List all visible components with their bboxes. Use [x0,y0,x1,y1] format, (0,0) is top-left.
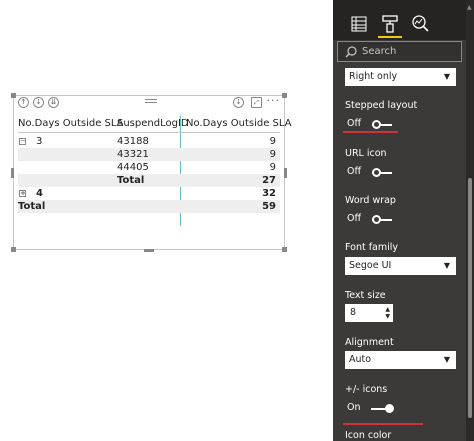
word-wrap-label: Word wrap [345,195,396,206]
stepper-arrows-icon[interactable]: ▲ ▼ [385,306,390,320]
drill-up-icon[interactable]: ↑ [18,97,29,108]
subtotal-label: Total [117,175,145,186]
search-placeholder: Search [362,46,397,57]
search-icon [345,46,357,58]
column-header[interactable]: No.Days Outside SLA [183,116,292,131]
icon-color-label: Icon color [345,430,392,441]
position-value: Right only [349,71,398,82]
stepped-layout-toggle[interactable]: Off [345,116,405,132]
chevron-down-icon: ▼ [443,355,450,364]
visual-header: ↑ ↓ ⇊ ↓ ⤢ ··· [14,95,284,111]
toggle-state: Off [347,118,362,129]
expand-icon[interactable]: + [19,189,26,197]
drill-mode-icon[interactable]: ↓ [33,97,44,108]
word-wrap-toggle[interactable]: Off [345,211,405,227]
paint-roller-icon [382,15,398,33]
table-cell: 43188 [117,136,149,147]
drill-down-icon[interactable]: ↓ [233,97,244,108]
tab-format[interactable] [378,12,402,38]
resize-handle-bottom-right[interactable] [282,247,287,252]
matrix-table: No.Days Outside SLA SuspendLogID No.Days… [18,116,292,213]
row-header-cell: 4 [36,188,43,199]
chevron-down-icon: ▼ [443,261,450,270]
toggle-knob [372,168,381,177]
position-dropdown[interactable]: Right only ▼ [345,68,456,86]
resize-handle-left[interactable] [11,168,14,178]
font-family-label: Font family [345,242,399,253]
highlight-underline [343,423,423,425]
resize-handle-right[interactable] [284,168,287,178]
plus-minus-icons-toggle[interactable]: On [345,400,405,416]
matrix-visual[interactable]: ↑ ↓ ⇊ ↓ ⤢ ··· No.Days Outside SLA Suspen… [11,93,292,252]
url-icon-label: URL icon [345,148,387,159]
analytics-magnifier-icon [412,15,429,32]
format-pane: Search Right only ▼ Stepped layout Off U… [333,0,474,441]
collapse-icon[interactable]: − [19,137,26,145]
table-row: 44405 9 [18,161,280,174]
toggle-state: Off [347,166,362,177]
plus-minus-icons-label: +/- icons [345,384,388,395]
table-row: − 3 43188 9 [18,135,280,148]
resize-handle-bottom[interactable] [144,249,154,252]
toggle-knob [372,215,381,224]
subtotal-row: Total 27 [18,174,280,187]
drag-grip-icon[interactable] [145,97,157,106]
expand-all-icon[interactable]: ⇊ [48,97,59,108]
grand-total-value: 59 [262,201,276,212]
table-cell: 9 [269,162,276,173]
grand-total-label: Total [18,201,46,212]
row-header-cell: 3 [36,136,43,147]
chevron-down-icon: ▼ [443,72,450,81]
pane-tab-bar [333,0,466,40]
resize-handle-bottom-left[interactable] [11,247,16,252]
column-header[interactable]: No.Days Outside SLA [18,116,124,131]
more-options-icon[interactable]: ··· [267,95,281,106]
text-size-stepper[interactable]: 8 ▲ ▼ [345,304,393,322]
table-cell: 43321 [117,149,149,160]
text-size-value: 8 [350,307,357,318]
pane-scrollbar[interactable]: ▲ [466,0,474,441]
table-cell: 32 [262,188,276,199]
toggle-state: Off [347,213,362,224]
scrollbar-thumb[interactable] [468,178,472,418]
tab-fields[interactable] [347,12,371,38]
alignment-value: Auto [349,354,372,365]
tab-analytics[interactable] [409,12,433,38]
matrix-header-row: No.Days Outside SLA SuspendLogID No.Days… [18,116,292,133]
font-family-value: Segoe UI [349,260,392,271]
highlight-underline [343,131,398,133]
fields-grid-icon [351,16,367,32]
table-row: +4 32 [18,187,280,200]
table-row: 43321 9 [18,148,280,161]
toggle-knob [385,404,394,413]
report-canvas: ↑ ↓ ⇊ ↓ ⤢ ··· No.Days Outside SLA Suspen… [0,0,333,441]
focus-mode-icon[interactable]: ⤢ [251,97,262,108]
table-cell: 44405 [117,162,149,173]
grand-total-row: Total 59 [18,200,280,213]
scroll-up-icon[interactable]: ▲ [467,4,472,11]
text-size-label: Text size [345,290,386,301]
column-header[interactable]: SuspendLogID [117,116,189,131]
font-family-dropdown[interactable]: Segoe UI ▼ [345,257,456,275]
subtotal-value: 27 [262,175,276,186]
alignment-label: Alignment [345,337,394,348]
stepped-layout-label: Stepped layout [345,100,418,111]
toggle-knob [372,120,381,129]
table-cell: 9 [269,149,276,160]
url-icon-toggle[interactable]: Off [345,164,405,180]
toggle-state: On [347,402,361,413]
table-cell: 9 [269,136,276,147]
alignment-dropdown[interactable]: Auto ▼ [345,351,456,369]
pane-search-input[interactable]: Search [337,41,462,62]
